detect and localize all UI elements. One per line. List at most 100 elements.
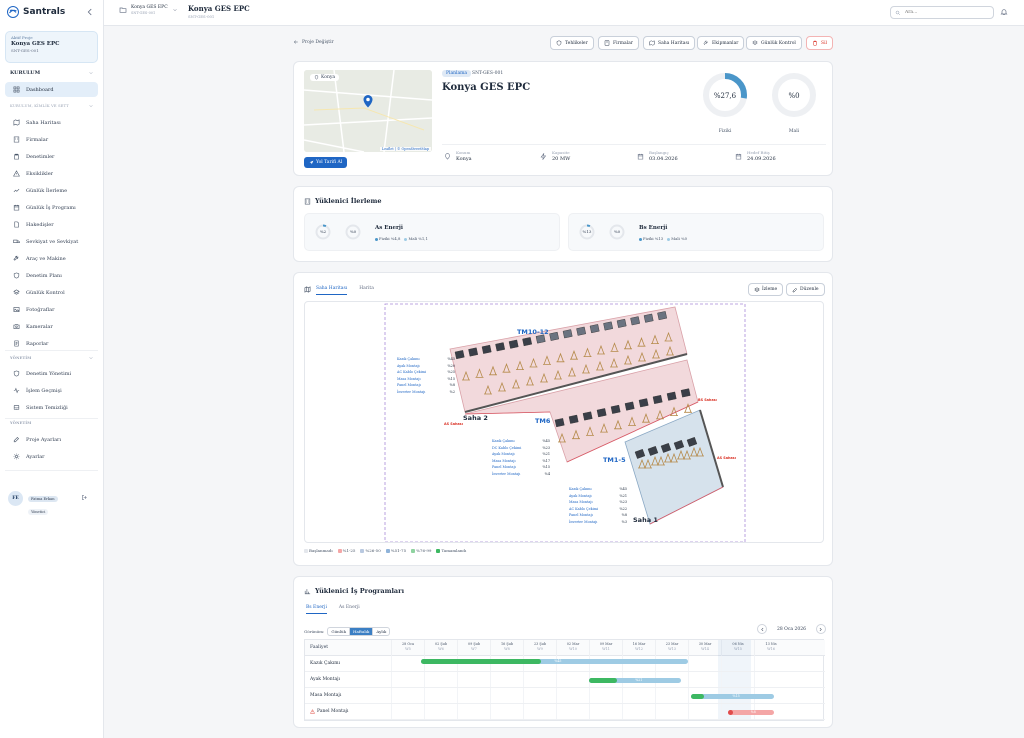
label-as-sahasi[interactable]: AS Sahası: [444, 422, 463, 426]
collapse-sidebar-icon[interactable]: [85, 7, 95, 17]
sidebar-item-dashboard[interactable]: Dashboard: [5, 82, 98, 97]
gantt-row[interactable]: Kazık Çakımı %45: [305, 656, 825, 672]
pv-table[interactable]: [589, 324, 600, 334]
user-profile[interactable]: FE Fatma Erkan Yönetici: [8, 491, 58, 515]
pv-table[interactable]: [481, 344, 492, 354]
sidebar-item-4[interactable]: Günlük İlerleme: [5, 183, 98, 198]
pv-table[interactable]: [616, 318, 627, 328]
contractor-box[interactable]: %2 %0 As Enerji Fiziki %4,8 Mali %1,1: [304, 213, 560, 251]
contractor-box[interactable]: %13 %0 Bs Enerji Fiziki %13 Mali %0: [568, 213, 824, 251]
chevron-down-icon[interactable]: [88, 70, 94, 76]
pv-table[interactable]: [495, 342, 506, 352]
sidebar-item-7[interactable]: Sevkiyat ve Sevkiyat: [5, 234, 98, 249]
gantt-bar[interactable]: %21: [589, 678, 682, 683]
pv-table[interactable]: [610, 404, 621, 414]
pv-table[interactable]: [643, 313, 654, 323]
sidebar-item-6[interactable]: Hakedişler: [5, 217, 98, 232]
action-button-4[interactable]: Günlük Kontrol: [746, 36, 802, 50]
pv-table[interactable]: [630, 316, 641, 326]
label-saha-2[interactable]: Saha 2: [463, 414, 488, 422]
edit-button[interactable]: Düzenle: [786, 283, 825, 296]
sidebar-item-yonetim-2[interactable]: Sistem Temizliği: [5, 400, 98, 415]
gantt-bar[interactable]: %15: [691, 694, 774, 699]
gantt-bar[interactable]: %45: [420, 659, 688, 664]
tab-as-enerji[interactable]: As Enerji: [339, 605, 360, 614]
pv-table[interactable]: [603, 321, 614, 331]
sidebar-item-yonetim-1[interactable]: İşlem Geçmişi: [5, 383, 98, 398]
action-button-3[interactable]: Ekipmanlar: [697, 36, 745, 50]
action-button-1[interactable]: Firmalar: [598, 36, 639, 50]
pv-table[interactable]: [568, 414, 579, 424]
search-box[interactable]: [890, 6, 994, 19]
bell-icon[interactable]: [1000, 8, 1008, 16]
label-as-sahasi-2[interactable]: AS Sahası: [717, 456, 736, 460]
gantt-row[interactable]: Ayak Montajı %21: [305, 672, 825, 688]
map-pin-icon[interactable]: [362, 94, 374, 108]
pv-table[interactable]: [549, 331, 560, 341]
directions-button[interactable]: Yol Tarifi Al: [304, 157, 348, 168]
active-project-card[interactable]: Aktif Proje Konya GES EPC SNT-GES-001: [5, 31, 98, 63]
label-bs-sahasi[interactable]: BS Sahası: [698, 398, 717, 402]
search-input[interactable]: [905, 10, 985, 15]
chevron-down-icon[interactable]: [88, 103, 94, 109]
sidebar-item-2[interactable]: Denetimler: [5, 149, 98, 164]
label-tm10-12[interactable]: TM10-12: [517, 328, 549, 336]
next-button[interactable]: [815, 624, 826, 634]
pv-table[interactable]: [582, 411, 593, 421]
label-tm1-5[interactable]: TM1-5: [603, 456, 626, 464]
pv-table[interactable]: [468, 347, 479, 357]
sidebar-item-5[interactable]: Günlük İş Programı: [5, 200, 98, 215]
pv-table[interactable]: [624, 401, 635, 411]
logout-icon[interactable]: [81, 494, 88, 501]
pv-table[interactable]: [657, 311, 668, 321]
gantt-bar[interactable]: %8: [727, 710, 774, 715]
action-button-2[interactable]: Saha Haritası: [643, 36, 696, 50]
sidebar-item-10[interactable]: Günlük Kontrol: [5, 285, 98, 300]
sidebar-item-12[interactable]: Kameralar: [5, 319, 98, 334]
tab-bs-enerji[interactable]: Bs Enerji: [306, 605, 327, 614]
back-link[interactable]: Proje Değiştir: [293, 39, 334, 45]
pv-table[interactable]: [535, 334, 546, 344]
prev-button[interactable]: [757, 624, 767, 634]
layers-button[interactable]: İzleme: [748, 283, 784, 296]
sidebar-item-extra-1[interactable]: Ayarlar: [5, 449, 98, 464]
pv-table[interactable]: [454, 350, 465, 360]
sidebar-item-3[interactable]: Eksiklikler: [5, 166, 98, 181]
action-button-5[interactable]: Sil: [806, 36, 833, 50]
brand-logo[interactable]: Santrals: [7, 6, 65, 18]
view-option[interactable]: Günlük: [328, 628, 351, 635]
sidebar-item-yonetim-0[interactable]: Denetim Yönetimi: [5, 366, 98, 381]
pv-table[interactable]: [638, 398, 649, 408]
gantt-row[interactable]: Panel Montajı %8: [305, 704, 825, 720]
sidebar-item-extra-0[interactable]: Proje Ayarları: [5, 432, 98, 447]
chevron-down-icon[interactable]: [88, 355, 94, 361]
pv-table[interactable]: [562, 329, 573, 339]
map-attribution[interactable]: Leaflet | © OpenStreetMap: [379, 147, 431, 151]
site-plan-canvas[interactable]: TM10-12 TM6 TM1-5 Saha 2 Saha 1 AS Sahası BS S…: [304, 301, 824, 543]
pv-table[interactable]: [554, 418, 565, 428]
action-button-0[interactable]: Tehlikeler: [550, 36, 594, 50]
sidebar-item-1[interactable]: Firmalar: [5, 132, 98, 147]
label-tm6[interactable]: TM6: [535, 417, 550, 425]
view-option[interactable]: Haftalık: [350, 628, 374, 635]
tab-harita[interactable]: Harita: [359, 286, 374, 295]
project-switcher[interactable]: Konya GES EPC SNT-GES-001: [119, 5, 178, 15]
location-map[interactable]: Konya Leaflet | © OpenStreetMap: [304, 70, 432, 152]
sidebar-item-9[interactable]: Denetim Planı: [5, 268, 98, 283]
pv-table[interactable]: [508, 339, 519, 349]
sidebar-item-0[interactable]: Saha Haritası: [5, 115, 98, 130]
pv-table[interactable]: [680, 388, 691, 398]
view-option[interactable]: Aylık: [373, 628, 389, 635]
pv-table[interactable]: [596, 408, 607, 418]
label-saha-1[interactable]: Saha 1: [633, 516, 658, 524]
pv-table[interactable]: [522, 337, 533, 347]
sidebar-item-13[interactable]: Raporlar: [5, 336, 98, 351]
section-kurulum[interactable]: KURULUM: [10, 70, 40, 76]
pv-table[interactable]: [666, 391, 677, 401]
sidebar-item-8[interactable]: Araç ve Makine: [5, 251, 98, 266]
gantt-row[interactable]: Masa Montajı %15: [305, 688, 825, 704]
tab-saha-haritasi[interactable]: Saha Haritası: [316, 286, 348, 295]
sidebar-item-11[interactable]: Fotoğraflar: [5, 302, 98, 317]
pv-table[interactable]: [576, 326, 587, 336]
pv-table[interactable]: [652, 394, 663, 404]
